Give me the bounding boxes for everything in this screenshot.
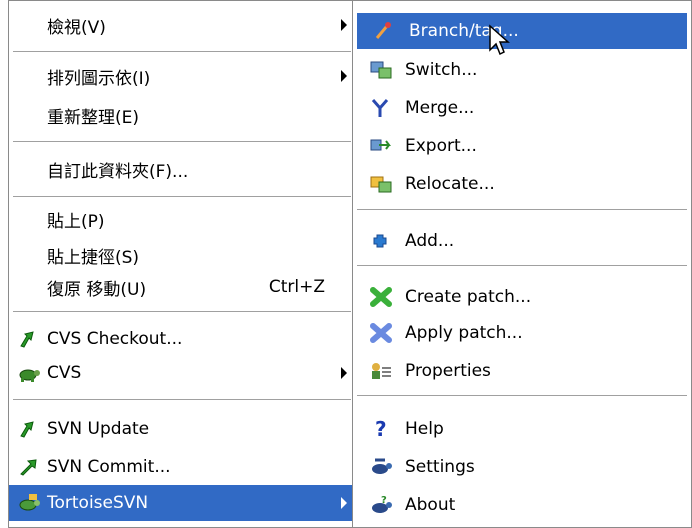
menu-item-label: 排列圖示依(I) xyxy=(47,68,151,89)
menu-item-paste-shortcut[interactable]: 貼上捷徑(S) xyxy=(9,237,355,273)
menu-item-cvs-checkout[interactable]: CVS Checkout... xyxy=(9,321,355,357)
cvs-turtle-icon xyxy=(17,362,41,384)
menu-item-switch[interactable]: Switch... xyxy=(353,52,691,88)
menu-item-label: TortoiseSVN xyxy=(47,493,149,513)
menu-item-arrange-icons[interactable]: 排列圖示依(I) xyxy=(9,58,355,94)
relocate-icon xyxy=(369,173,393,195)
menu-item-label: Add... xyxy=(405,231,455,251)
menu-item-label: 貼上(P) xyxy=(47,211,105,232)
menu-item-label: Merge... xyxy=(405,98,475,118)
menu-separator xyxy=(13,141,351,142)
cvs-checkout-icon xyxy=(17,328,41,350)
menu-item-settings[interactable]: Settings xyxy=(353,449,691,485)
menu-separator xyxy=(13,51,351,52)
switch-icon xyxy=(369,59,393,81)
menu-item-label: Settings xyxy=(405,457,475,477)
menu-item-refresh[interactable]: 重新整理(E) xyxy=(9,97,355,133)
menu-separator xyxy=(357,209,687,210)
menu-separator xyxy=(13,196,351,197)
menu-item-label: 貼上捷徑(S) xyxy=(47,247,140,268)
menu-item-undo-move[interactable]: 復原 移動(U) Ctrl+Z xyxy=(9,269,355,305)
menu-item-label: Help xyxy=(405,419,444,439)
about-icon: ? xyxy=(369,494,393,516)
menu-separator xyxy=(13,311,351,312)
tortoisesvn-submenu: Branch/tag... Switch... Merge... Export.… xyxy=(352,0,692,528)
svg-text:?: ? xyxy=(381,495,387,506)
svn-update-icon xyxy=(17,418,41,440)
shortcut-label: Ctrl+Z xyxy=(268,277,325,297)
menu-item-label: Properties xyxy=(405,361,491,381)
menu-item-label: 檢視(V) xyxy=(47,17,106,38)
menu-item-apply-patch[interactable]: Apply patch... xyxy=(353,315,691,351)
menu-item-help[interactable]: ? Help xyxy=(353,411,691,447)
menu-item-cvs[interactable]: CVS xyxy=(9,355,355,391)
menu-item-about[interactable]: ? About xyxy=(353,487,691,523)
menu-item-svn-update[interactable]: SVN Update xyxy=(9,411,355,447)
menu-item-relocate[interactable]: Relocate... xyxy=(353,166,691,202)
settings-icon xyxy=(369,456,393,478)
menu-item-label: SVN Update xyxy=(47,419,150,439)
menu-item-label: CVS Checkout... xyxy=(47,329,183,349)
menu-item-label: 重新整理(E) xyxy=(47,107,140,128)
menu-item-paste[interactable]: 貼上(P) xyxy=(9,201,355,237)
menu-item-tortoisesvn[interactable]: TortoiseSVN xyxy=(9,485,355,521)
branch-tag-icon xyxy=(373,20,397,42)
tortoisesvn-icon xyxy=(17,492,41,514)
menu-separator xyxy=(357,265,687,266)
submenu-arrow-icon xyxy=(341,367,347,379)
submenu-arrow-icon xyxy=(341,70,347,82)
menu-item-label: Export... xyxy=(405,136,477,156)
svn-commit-icon xyxy=(17,456,41,478)
apply-patch-icon xyxy=(369,322,393,344)
menu-item-view[interactable]: 檢視(V) xyxy=(9,7,355,43)
create-patch-icon xyxy=(369,286,393,308)
menu-item-label: Apply patch... xyxy=(405,323,523,343)
menu-item-label: About xyxy=(405,495,456,515)
menu-item-label: Relocate... xyxy=(405,174,495,194)
menu-separator xyxy=(13,399,351,400)
context-menu: 檢視(V) 排列圖示依(I) 重新整理(E) 自訂此資料夾(F)... 貼上(P… xyxy=(8,0,356,528)
menu-separator xyxy=(357,395,687,396)
menu-item-branch-tag[interactable]: Branch/tag... xyxy=(357,13,687,49)
menu-item-label: 復原 移動(U) xyxy=(47,279,147,300)
properties-icon xyxy=(369,360,393,382)
menu-item-merge[interactable]: Merge... xyxy=(353,90,691,126)
menu-item-label: Switch... xyxy=(405,60,478,80)
menu-item-add[interactable]: Add... xyxy=(353,223,691,259)
menu-item-label: 自訂此資料夾(F)... xyxy=(47,161,189,182)
menu-item-label: Create patch... xyxy=(405,287,532,307)
submenu-arrow-icon xyxy=(341,19,347,31)
menu-item-customize-folder[interactable]: 自訂此資料夾(F)... xyxy=(9,151,355,187)
add-plus-icon xyxy=(369,230,393,252)
menu-item-label: CVS xyxy=(47,363,82,383)
export-icon xyxy=(369,135,393,157)
help-question-icon: ? xyxy=(369,418,393,440)
svg-text:?: ? xyxy=(375,418,387,440)
submenu-arrow-icon xyxy=(341,497,347,509)
merge-icon xyxy=(369,97,393,119)
mouse-cursor-icon xyxy=(488,24,510,58)
menu-item-svn-commit[interactable]: SVN Commit... xyxy=(9,449,355,485)
menu-item-label: SVN Commit... xyxy=(47,457,171,477)
menu-item-export[interactable]: Export... xyxy=(353,128,691,164)
menu-item-create-patch[interactable]: Create patch... xyxy=(353,279,691,315)
menu-item-properties[interactable]: Properties xyxy=(353,353,691,389)
